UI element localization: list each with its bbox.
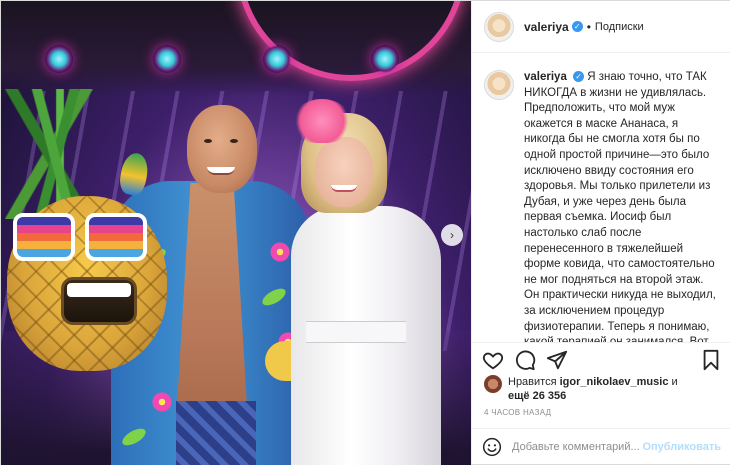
stage-light bbox=[371, 45, 399, 73]
likes-and: и bbox=[671, 376, 678, 388]
liker-avatar[interactable] bbox=[484, 375, 502, 393]
action-bar bbox=[472, 342, 730, 376]
bookmark-icon[interactable] bbox=[700, 349, 722, 371]
separator-dot: • bbox=[586, 19, 591, 34]
comment-input[interactable]: Добавьте комментарий... bbox=[512, 441, 642, 453]
post-photo[interactable]: › bbox=[1, 1, 471, 465]
liker-username[interactable]: igor_nikolaev_music bbox=[560, 376, 669, 388]
verified-badge-icon: ✓ bbox=[573, 71, 585, 82]
caption: valeriya ✓ Я знаю точно, что ТАК НИКОГДА… bbox=[524, 70, 719, 342]
stage-light bbox=[153, 45, 181, 73]
man-smile bbox=[207, 167, 235, 175]
stage-light bbox=[45, 45, 73, 73]
woman-belt bbox=[306, 321, 406, 343]
avatar[interactable] bbox=[484, 11, 514, 42]
caption-area[interactable]: valeriya ✓ Я знаю точно, что ТАК НИКОГДА… bbox=[472, 54, 730, 342]
stage-light bbox=[263, 45, 291, 73]
caption-text: Я знаю точно, что ТАК НИКОГДА в жизни не… bbox=[524, 71, 716, 342]
sunglasses-lens bbox=[85, 213, 147, 261]
comment-bar: Добавьте комментарий... Опубликовать bbox=[472, 428, 730, 465]
paper-plane-icon[interactable] bbox=[546, 349, 568, 371]
verified-badge-icon: ✓ bbox=[571, 21, 583, 32]
post-header: valeriya ✓ • Подписки bbox=[472, 1, 730, 53]
pineapple-sunglasses bbox=[13, 213, 149, 263]
caption-avatar[interactable] bbox=[484, 70, 514, 100]
header-username[interactable]: valeriya bbox=[524, 20, 569, 34]
woman-smile bbox=[331, 185, 357, 192]
likes-text: Нравится igor_nikolaev_music и ещё 26 35… bbox=[508, 375, 678, 403]
instagram-post-window: › valeriya ✓ • Подписки valeriya ✓ Я зна… bbox=[0, 0, 730, 465]
post-side-panel: valeriya ✓ • Подписки valeriya ✓ Я знаю … bbox=[471, 1, 730, 464]
man-eye bbox=[230, 139, 238, 143]
likes-summary: Нравится igor_nikolaev_music и ещё 26 35… bbox=[484, 375, 678, 403]
shirt-flower bbox=[269, 241, 291, 263]
publish-button[interactable]: Опубликовать bbox=[642, 441, 721, 453]
man-head bbox=[187, 105, 257, 193]
comment-icon[interactable] bbox=[514, 349, 536, 371]
shirt-flower bbox=[151, 391, 173, 413]
likes-count[interactable]: ещё 26 356 bbox=[508, 390, 566, 402]
man-shorts bbox=[176, 401, 256, 465]
smiley-icon[interactable] bbox=[482, 437, 502, 457]
woman-face bbox=[315, 137, 373, 207]
sunglasses-lens bbox=[13, 213, 75, 261]
caption-username[interactable]: valeriya bbox=[524, 71, 567, 83]
post-timestamp[interactable]: 4 ЧАСОВ НАЗАД bbox=[484, 408, 551, 417]
next-photo-button[interactable]: › bbox=[441, 224, 463, 246]
heart-icon[interactable] bbox=[482, 349, 504, 371]
chevron-right-icon: › bbox=[450, 228, 454, 242]
pineapple-teeth bbox=[67, 283, 131, 297]
following-button[interactable]: Подписки bbox=[595, 21, 644, 33]
likes-prefix: Нравится bbox=[508, 376, 557, 388]
man-eye bbox=[204, 139, 212, 143]
pink-fascinator bbox=[293, 99, 351, 143]
